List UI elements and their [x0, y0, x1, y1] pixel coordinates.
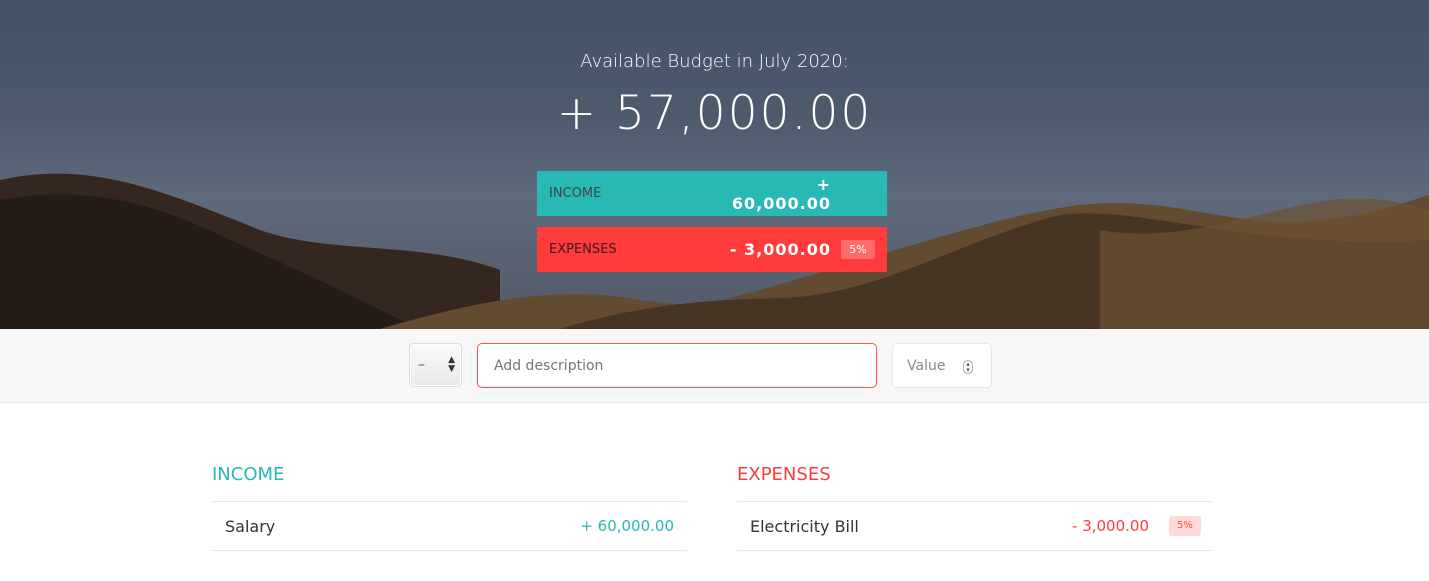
select-arrows-icon: ▲ ▼: [448, 355, 455, 374]
expenses-list: EXPENSES Electricity Bill - 3,000.00 5%: [737, 455, 1212, 551]
expenses-percentage-badge: 5%: [841, 240, 875, 259]
value-placeholder: Value: [907, 357, 946, 374]
budget-title: Available Budget in July 2020:: [580, 51, 849, 72]
expenses-list-title: EXPENSES: [737, 455, 1212, 502]
income-summary-value: + 60,000.00: [731, 174, 831, 213]
item-description: Electricity Bill: [750, 516, 859, 536]
item-description: Salary: [225, 516, 276, 536]
type-select[interactable]: – ▲ ▼: [409, 343, 462, 387]
income-summary-label: INCOME: [549, 186, 602, 201]
expenses-summary-value: - 3,000.00: [729, 240, 831, 259]
type-select-value: –: [418, 357, 425, 373]
value-input[interactable]: Value ▴ ▾: [892, 343, 992, 388]
income-list: INCOME Salary + 60,000.00: [212, 455, 687, 551]
expenses-summary: EXPENSES - 3,000.00 5%: [537, 227, 887, 272]
list-item[interactable]: Electricity Bill - 3,000.00 5%: [737, 502, 1212, 551]
description-input[interactable]: [477, 343, 877, 388]
add-item-bar: – ▲▼ Value ▴▾: [0, 329, 1429, 403]
income-summary: INCOME + 60,000.00: [537, 171, 887, 216]
budget-header: Available Budget in July 2020: + 57,000.…: [0, 0, 1429, 329]
budget-value: + 57,000.00: [556, 86, 873, 141]
income-list-title: INCOME: [212, 455, 687, 502]
item-percentage-badge: 5%: [1169, 516, 1201, 536]
expenses-summary-label: EXPENSES: [549, 242, 617, 257]
list-item[interactable]: Salary + 60,000.00: [212, 502, 687, 551]
item-value: + 60,000.00: [580, 517, 674, 535]
number-spinner-icon[interactable]: ▴ ▾: [963, 360, 973, 374]
item-value: - 3,000.00: [1072, 517, 1149, 535]
